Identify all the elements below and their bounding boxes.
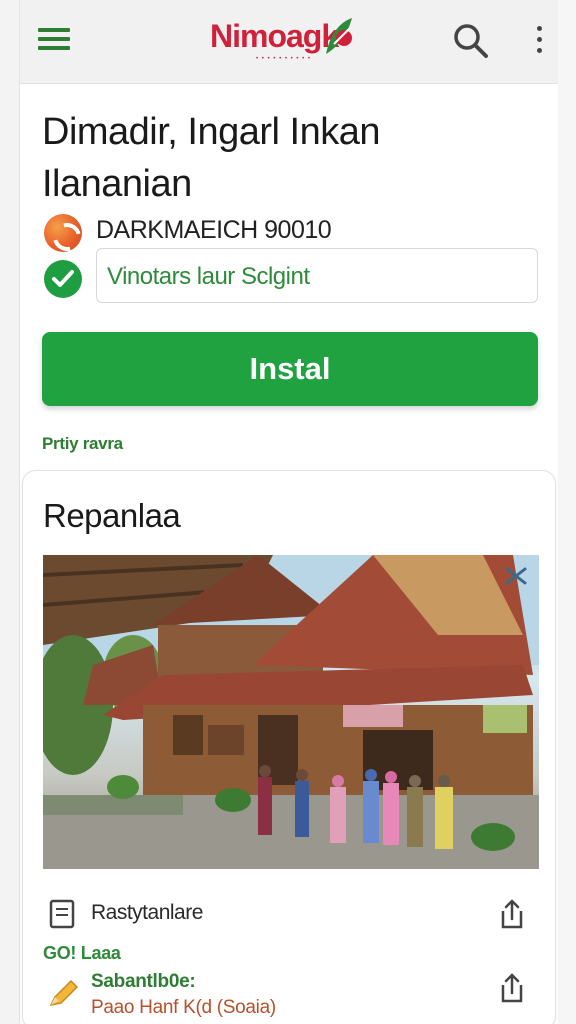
traditional-house-photo[interactable] (43, 555, 539, 869)
privacy-link[interactable]: Prtiy ravra (42, 434, 123, 454)
right-frame-edge (558, 0, 576, 1024)
brand-logo[interactable]: Nimoagk • • • • • • • • • • (210, 12, 360, 68)
developer-row[interactable]: DARKMAEICH 90010 (44, 212, 524, 252)
tagline-text: Vinotars laur Sclgint (107, 263, 310, 290)
left-frame-edge (0, 0, 20, 1024)
document-icon (49, 899, 75, 929)
share-upload-icon[interactable] (497, 971, 527, 1005)
logo-text: Nimoagk (210, 18, 339, 54)
section-label: GO! Laaa (43, 943, 121, 963)
preview-card: Repanlaa Rastytanlare GO! Laaa Sabantlb0… (22, 470, 556, 1024)
verified-check-icon (44, 260, 82, 298)
app-title: Dimadir, Ingarl Inkan Ilananian (42, 106, 542, 210)
search-icon[interactable] (452, 22, 490, 60)
row2-title: Sabantlb0e: (91, 971, 196, 992)
row2-subtitle: Paao Hanf K(d (Soaia) (91, 997, 276, 1018)
developer-name: DARKMAEICH 90010 (96, 216, 332, 244)
logo-tagline-decoration: • • • • • • • • • • (256, 56, 312, 62)
app-title-line2: Ilananian (42, 163, 192, 205)
house-illustration (43, 555, 539, 869)
developer-logo-icon (44, 214, 82, 252)
pencil-icon (45, 975, 81, 1011)
app-title-line1: Dimadir, Ingarl Inkan (42, 111, 381, 153)
hamburger-menu-icon[interactable] (38, 28, 70, 54)
install-button[interactable]: Instal (42, 332, 538, 406)
share-icon[interactable] (503, 563, 529, 589)
card-title: Repanlaa (43, 497, 181, 534)
tagline-field[interactable]: Vinotars laur Sclgint (96, 248, 538, 303)
row1-label: Rastytanlare (91, 901, 203, 924)
logo-leaf-icon (326, 18, 352, 54)
more-vertical-icon[interactable] (534, 26, 544, 58)
share-upload-icon[interactable] (497, 897, 527, 931)
top-app-bar: Nimoagk • • • • • • • • • • (20, 0, 558, 84)
